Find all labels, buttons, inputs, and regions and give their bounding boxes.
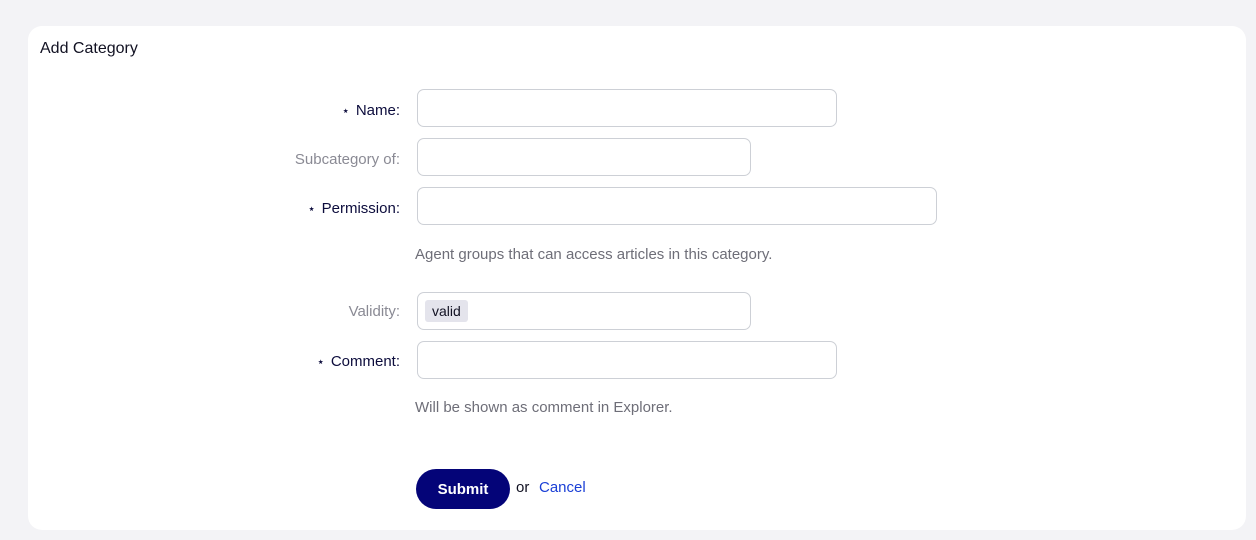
permission-input[interactable]	[417, 187, 937, 225]
name-input[interactable]	[417, 89, 837, 127]
subcategory-label: Subcategory of:	[294, 151, 400, 168]
required-star-icon: ⋆	[316, 354, 325, 369]
comment-hint: Will be shown as comment in Explorer.	[415, 399, 673, 416]
cancel-link[interactable]: Cancel	[539, 479, 586, 496]
validity-label: Validity:	[348, 303, 400, 320]
validity-selected-tag: valid	[425, 300, 468, 322]
required-star-icon: ⋆	[341, 103, 350, 118]
required-star-icon: ⋆	[307, 201, 316, 216]
name-label: ⋆ Name:	[341, 102, 400, 119]
permission-label: ⋆ Permission:	[307, 200, 401, 217]
panel-title: Add Category	[40, 40, 138, 57]
comment-label: ⋆ Comment:	[316, 353, 400, 370]
comment-input[interactable]	[417, 341, 837, 379]
permission-hint: Agent groups that can access articles in…	[415, 246, 773, 263]
submit-button[interactable]: Submit	[416, 469, 510, 509]
validity-select[interactable]: valid	[417, 292, 751, 330]
add-category-panel: Add Category ⋆ Name: Subcategory of: ⋆ Per…	[28, 26, 1246, 530]
subcategory-input[interactable]	[417, 138, 751, 176]
or-text: or	[516, 479, 530, 496]
